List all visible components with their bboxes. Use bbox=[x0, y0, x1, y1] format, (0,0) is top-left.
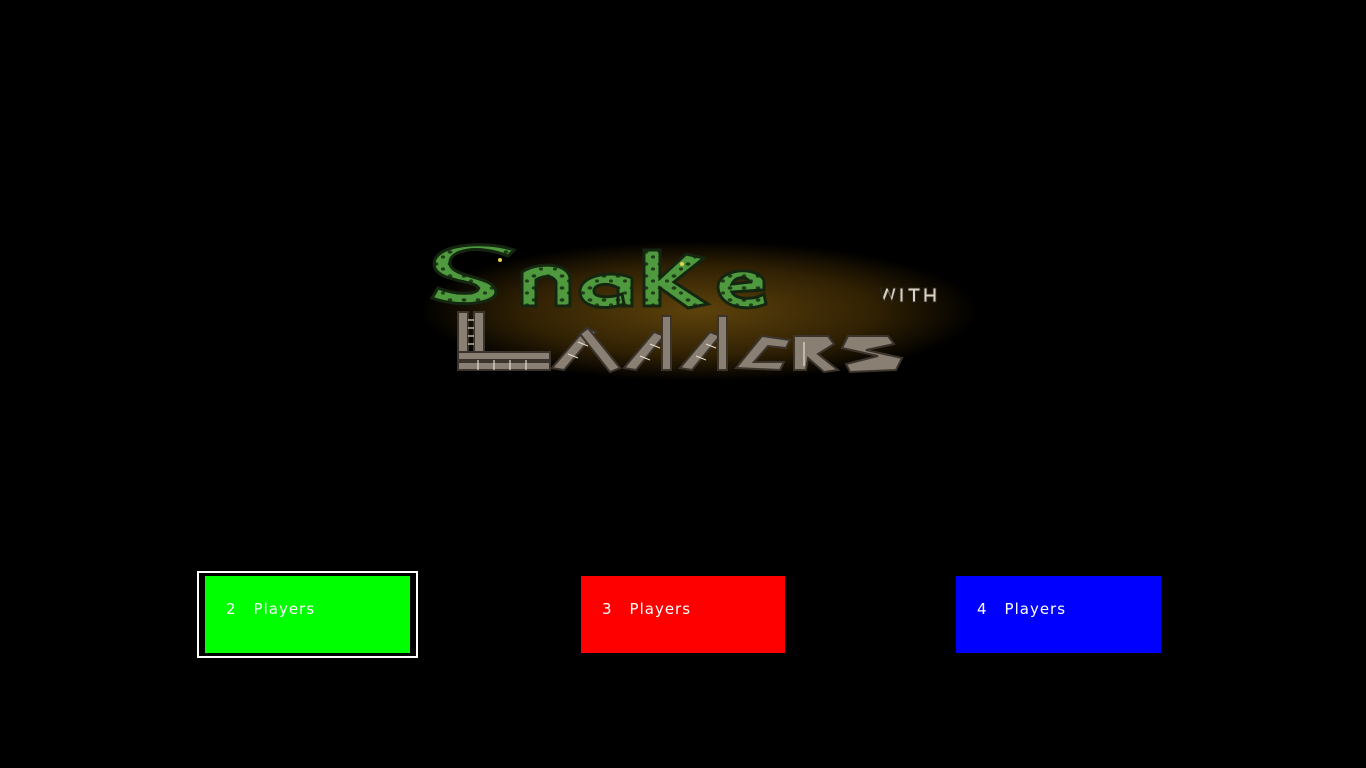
four-players-label: 4 Players bbox=[977, 600, 1067, 618]
three-players-button[interactable]: 3 Players bbox=[581, 576, 785, 653]
logo-ladders-lettering bbox=[457, 311, 904, 374]
two-players-label: 2 Players bbox=[226, 600, 316, 618]
four-players-button[interactable]: 4 Players bbox=[956, 576, 1161, 653]
three-players-label: 3 Players bbox=[602, 600, 692, 618]
two-players-button[interactable]: 2 Players bbox=[205, 576, 410, 653]
logo-with-lettering bbox=[879, 287, 937, 304]
game-logo bbox=[418, 236, 980, 386]
logo-art bbox=[429, 243, 937, 374]
logo-snake-lettering bbox=[429, 243, 768, 310]
game-menu-screen: 2 Players 3 Players 4 Players bbox=[0, 0, 1366, 768]
